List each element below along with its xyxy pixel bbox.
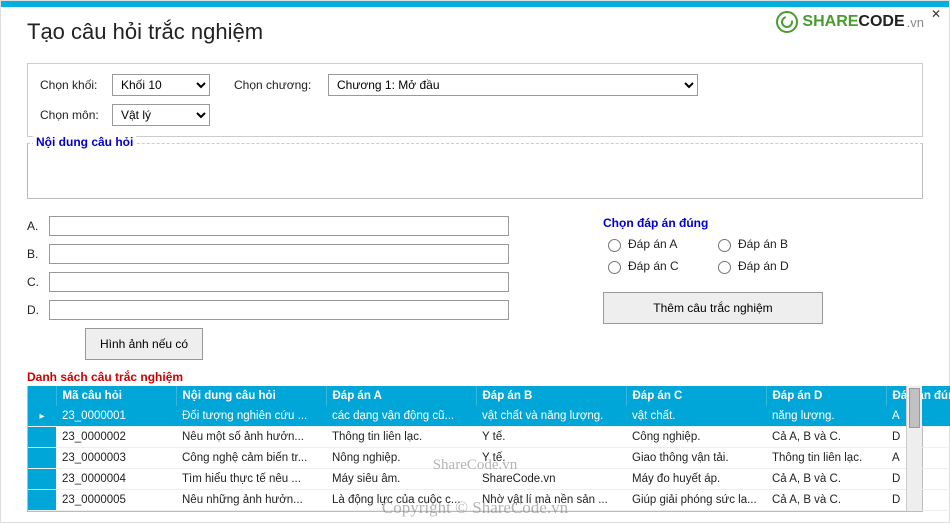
radio-a-label: Đáp án A xyxy=(628,237,677,251)
logo-suffix: .vn xyxy=(907,15,924,30)
khoi-select[interactable]: Khối 10 xyxy=(112,74,210,96)
table-row[interactable]: 23_0000002Nêu một số ảnh hưởn...Thông ti… xyxy=(28,427,950,448)
header-b[interactable]: Đáp án B xyxy=(476,386,626,406)
mon-label: Chọn môn: xyxy=(40,108,112,122)
answer-c-label: C. xyxy=(27,275,49,289)
table-row[interactable]: 23_0000004Tìm hiểu thực tế nêu ...Máy si… xyxy=(28,469,950,490)
answer-a-label: A. xyxy=(27,219,49,233)
answer-a-input[interactable] xyxy=(49,216,509,236)
table-row[interactable]: 23_0000005Nêu những ảnh hưởn...Là động l… xyxy=(28,490,950,511)
filters-panel: Chọn khối: Khối 10 Chọn chương: Chương 1… xyxy=(27,63,923,137)
header-ma[interactable]: Mã câu hỏi xyxy=(56,386,176,406)
chuong-label: Chọn chương: xyxy=(234,78,320,92)
add-question-button[interactable]: Thêm câu trắc nghiệm xyxy=(603,292,823,324)
answers-right: Chọn đáp án đúng Đáp án A Đáp án B Đáp á… xyxy=(583,216,923,360)
radio-d[interactable]: Đáp án D xyxy=(713,258,803,274)
image-button[interactable]: Hình ảnh nếu có xyxy=(85,328,203,360)
header-nd[interactable]: Nội dung câu hỏi xyxy=(176,386,326,406)
logo: SHARECODE.vn xyxy=(776,11,924,33)
answer-b-input[interactable] xyxy=(49,244,509,264)
radio-b[interactable]: Đáp án B xyxy=(713,236,803,252)
answer-b-label: B. xyxy=(27,247,49,261)
answer-c-input[interactable] xyxy=(49,272,509,292)
radio-c-label: Đáp án C xyxy=(628,259,679,273)
chuong-select[interactable]: Chương 1: Mở đầu xyxy=(328,74,698,96)
recycle-icon xyxy=(776,11,798,33)
answer-d-input[interactable] xyxy=(49,300,509,320)
answers-left: A. B. C. D. Hình ảnh nếu có xyxy=(27,216,583,360)
list-title: Danh sách câu trắc nghiệm xyxy=(27,370,923,384)
mon-select[interactable]: Vật lý xyxy=(112,104,210,126)
table-row[interactable]: 23_0000003Công nghệ cảm biến tr...Nông n… xyxy=(28,448,950,469)
scrollbar-thumb[interactable] xyxy=(909,388,920,428)
question-textarea[interactable] xyxy=(27,143,923,199)
correct-answer-title: Chọn đáp án đúng xyxy=(603,216,923,230)
question-group: Nội dung câu hỏi xyxy=(27,143,923,202)
logo-code: CODE xyxy=(858,13,904,31)
table-row[interactable]: 23_0000001Đối tượng nghiên cứu ...các dạ… xyxy=(28,406,950,427)
header-c[interactable]: Đáp án C xyxy=(626,386,766,406)
radio-d-label: Đáp án D xyxy=(738,259,789,273)
radio-c[interactable]: Đáp án C xyxy=(603,258,693,274)
answer-d-label: D. xyxy=(27,303,49,317)
radio-a[interactable]: Đáp án A xyxy=(603,236,693,252)
header-a[interactable]: Đáp án A xyxy=(326,386,476,406)
question-grid[interactable]: Mã câu hỏi Nội dung câu hỏi Đáp án A Đáp… xyxy=(27,386,923,512)
logo-share: SHARE xyxy=(802,13,858,31)
close-icon[interactable]: ✕ xyxy=(931,7,941,21)
grid-header-row: Mã câu hỏi Nội dung câu hỏi Đáp án A Đáp… xyxy=(28,386,950,406)
radio-b-label: Đáp án B xyxy=(738,237,788,251)
khoi-label: Chọn khối: xyxy=(40,78,112,92)
grid-scrollbar[interactable] xyxy=(906,386,922,511)
question-legend: Nội dung câu hỏi xyxy=(33,135,136,149)
header-d[interactable]: Đáp án D xyxy=(766,386,886,406)
